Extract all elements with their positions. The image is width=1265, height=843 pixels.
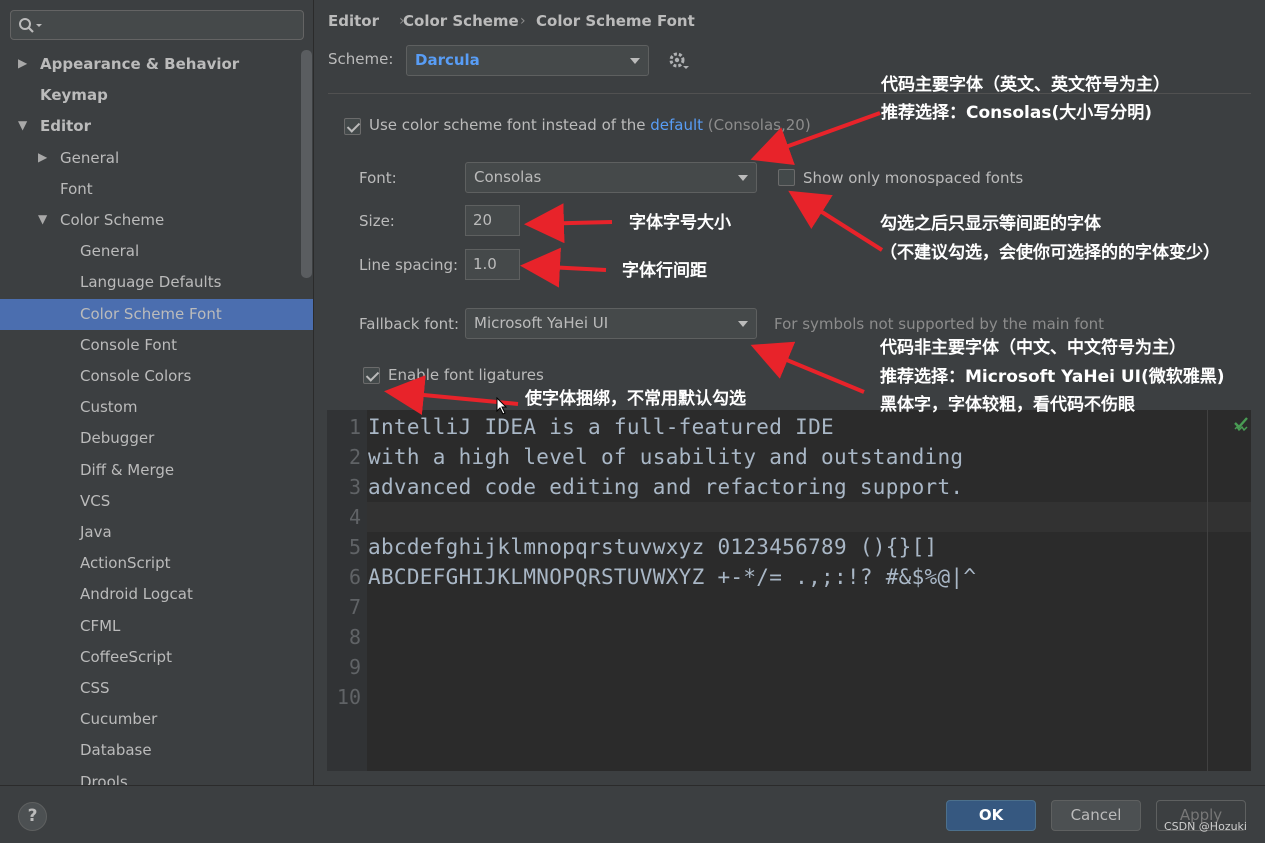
breadcrumb-color-scheme-font: Color Scheme Font: [536, 12, 695, 30]
line-number: 7: [348, 595, 361, 619]
line-spacing-label: Line spacing:: [359, 256, 459, 274]
fallback-font-select[interactable]: Microsoft YaHei UI: [465, 308, 757, 339]
right-margin-line: [1207, 410, 1208, 771]
size-label: Size:: [359, 212, 395, 230]
inspection-ok-icon[interactable]: [1233, 416, 1249, 432]
sidebar-item-css[interactable]: CSS: [80, 673, 110, 703]
annotation-fallback-1: 代码非主要字体（中文、中文符号为主）: [880, 338, 1186, 358]
monospaced-only-label: Show only monospaced fonts: [803, 169, 1024, 187]
line-number: 10: [336, 685, 361, 709]
sidebar-item-coffeescript[interactable]: CoffeeScript: [80, 642, 172, 672]
scheme-select[interactable]: Darcula: [406, 45, 649, 76]
annotation-main-font-1: 代码主要字体（英文、英文符号为主）: [881, 75, 1170, 95]
fallback-font-label: Fallback font:: [359, 315, 460, 333]
sidebar-item-font[interactable]: Font: [60, 174, 93, 204]
preview-code-line: abcdefghijklmnopqrstuvwxyz 0123456789 ()…: [368, 535, 938, 559]
sidebar-item-language-defaults[interactable]: Language Defaults: [80, 267, 221, 297]
sidebar-item-appearance-behavior[interactable]: Appearance & Behavior: [40, 49, 239, 79]
help-button[interactable]: ?: [18, 802, 47, 831]
dialog-button-bar: ? OK Cancel Apply CSDN @Hozuki: [0, 785, 1265, 843]
line-number: 9: [348, 655, 361, 679]
sidebar-item-cucumber[interactable]: Cucumber: [80, 704, 157, 734]
preview-code-line: IntelliJ IDEA is a full-featured IDE: [368, 415, 834, 439]
line-number: 4: [348, 505, 361, 529]
mouse-cursor-icon: [496, 397, 508, 415]
annotation-size: 字体字号大小: [629, 213, 731, 233]
font-select[interactable]: Consolas: [465, 162, 757, 193]
fallback-font-hint: For symbols not supported by the main fo…: [774, 315, 1105, 333]
font-select-value: Consolas: [474, 168, 542, 186]
size-input[interactable]: 20: [465, 205, 520, 236]
sidebar-item-color-scheme-font[interactable]: Color Scheme Font: [80, 299, 222, 329]
settings-sidebar: ▶ Appearance & Behavior Keymap ▼ Editor ▶ Gene…: [0, 0, 314, 785]
watermark: CSDN @Hozuki: [1163, 820, 1247, 833]
ligatures-checkbox[interactable]: [363, 367, 380, 384]
expanded-arrow-icon[interactable]: ▼: [18, 118, 27, 132]
line-number: 6: [348, 565, 361, 589]
sidebar-item-database[interactable]: Database: [80, 735, 152, 765]
preview-code-line: with a high level of usability and outst…: [368, 445, 964, 469]
font-preview-editor[interactable]: 1 2 3 4 5 6 7 8 9 10 IntelliJ IDEA is a full-feat…: [327, 410, 1251, 771]
breadcrumb-color-scheme[interactable]: Color Scheme: [403, 10, 519, 32]
sidebar-item-diff-merge[interactable]: Diff & Merge: [80, 455, 174, 485]
annotation-main-font-2: 推荐选择：Consolas(大小写分明): [881, 103, 1153, 123]
annotation-line-spacing: 字体行间距: [622, 261, 707, 281]
monospaced-only-checkbox[interactable]: [778, 169, 795, 186]
sidebar-item-editor[interactable]: Editor: [40, 111, 91, 141]
line-number: 8: [348, 625, 361, 649]
annotation-fallback-3: 黑体字，字体较粗，看代码不伤眼: [880, 395, 1135, 415]
chevron-down-icon: [738, 321, 748, 327]
use-scheme-font-checkbox[interactable]: [344, 118, 361, 135]
line-number: 5: [348, 535, 361, 559]
sidebar-item-console-font[interactable]: Console Font: [80, 330, 177, 360]
font-label: Font:: [359, 169, 397, 187]
settings-search-input[interactable]: [10, 10, 304, 40]
breadcrumb-editor[interactable]: Editor: [328, 10, 379, 32]
default-font-link[interactable]: default: [650, 116, 703, 134]
annotation-ligatures: 使字体捆绑，不常用默认勾选: [525, 389, 746, 409]
annotation-mono-2: （不建议勾选，会使你可选择的的字体变少）: [880, 243, 1220, 263]
chevron-down-icon: [738, 175, 748, 181]
collapsed-arrow-icon[interactable]: ▶: [18, 56, 27, 70]
search-icon: [19, 18, 42, 33]
sidebar-item-keymap[interactable]: Keymap: [40, 80, 108, 110]
scheme-label: Scheme:: [328, 50, 394, 68]
caret-row-highlight: [367, 502, 1251, 532]
ligatures-label: Enable font ligatures: [388, 366, 544, 384]
line-number-gutter: 1 2 3 4 5 6 7 8 9 10: [327, 410, 367, 771]
sidebar-item-java[interactable]: Java: [80, 517, 112, 547]
sidebar-item-console-colors[interactable]: Console Colors: [80, 361, 191, 391]
collapsed-arrow-icon[interactable]: ▶: [38, 150, 47, 164]
use-scheme-font-label: Use color scheme font instead of the def…: [369, 116, 811, 134]
sidebar-item-cfml[interactable]: CFML: [80, 611, 120, 641]
annotation-mono-1: 勾选之后只显示等间距的字体: [880, 214, 1101, 234]
preview-code-line: advanced code editing and refactoring su…: [368, 475, 964, 499]
sidebar-item-drools[interactable]: Drools: [80, 767, 128, 785]
sidebar-item-vcs[interactable]: VCS: [80, 486, 110, 516]
line-spacing-input[interactable]: 1.0: [465, 249, 520, 280]
line-number: 3: [348, 475, 361, 499]
cancel-button[interactable]: Cancel: [1051, 800, 1141, 831]
sidebar-item-actionscript[interactable]: ActionScript: [80, 548, 170, 578]
expanded-arrow-icon[interactable]: ▼: [38, 212, 47, 226]
chevron-down-icon: [630, 58, 640, 64]
annotation-fallback-2: 推荐选择：Microsoft YaHei UI(微软雅黑): [880, 367, 1225, 387]
sidebar-item-general[interactable]: General: [60, 143, 119, 173]
line-number: 2: [348, 445, 361, 469]
sidebar-scrollbar[interactable]: [301, 50, 312, 278]
line-number: 1: [348, 415, 361, 439]
fallback-font-value: Microsoft YaHei UI: [474, 314, 609, 332]
sidebar-item-general[interactable]: General: [80, 236, 139, 266]
sidebar-item-android-logcat[interactable]: Android Logcat: [80, 579, 193, 609]
sidebar-item-debugger[interactable]: Debugger: [80, 423, 154, 453]
sidebar-item-color-scheme[interactable]: Color Scheme: [60, 205, 164, 235]
gear-icon[interactable]: [668, 51, 690, 71]
scheme-select-value: Darcula: [415, 51, 480, 69]
preview-code-line: ABCDEFGHIJKLMNOPQRSTUVWXYZ +-*/= .,;:!? …: [368, 565, 977, 589]
ok-button[interactable]: OK: [946, 800, 1036, 831]
breadcrumb-separator-icon: ›: [520, 13, 526, 29]
sidebar-item-custom[interactable]: Custom: [80, 392, 137, 422]
